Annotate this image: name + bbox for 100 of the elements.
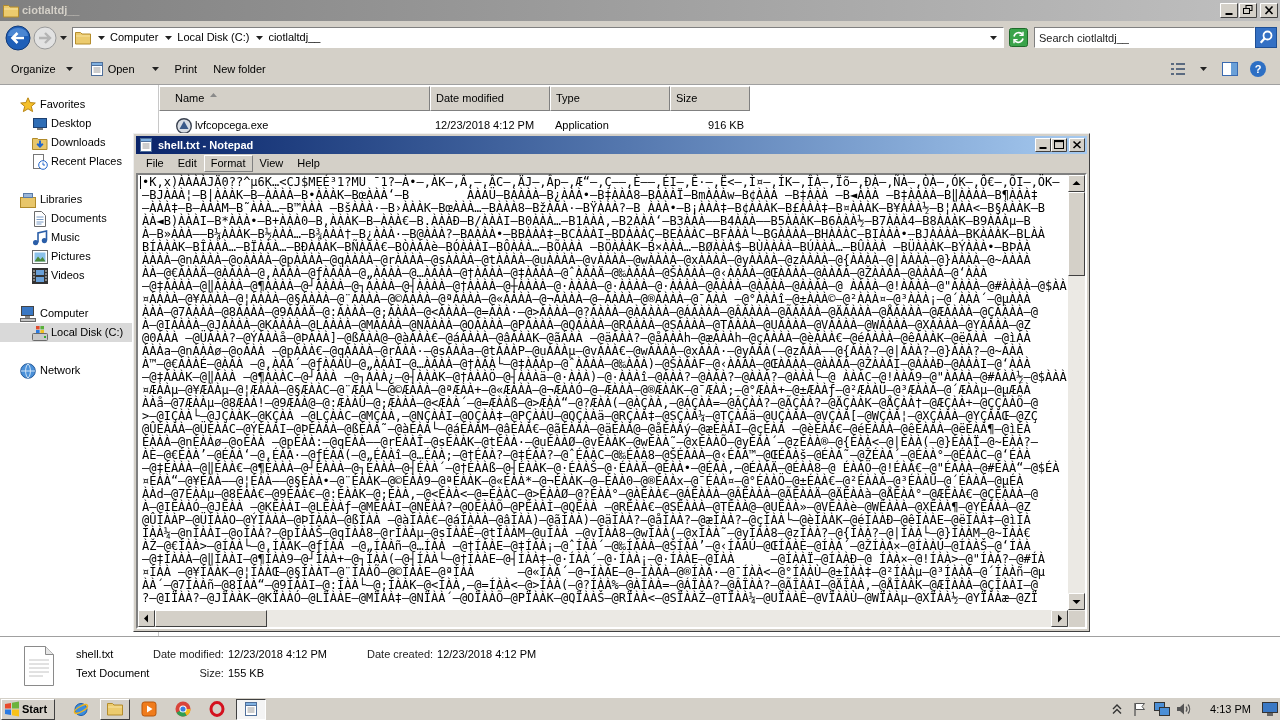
sidebar-heading[interactable]: Libraries [0, 190, 132, 209]
refresh-button[interactable] [1009, 28, 1028, 47]
document-icon [32, 210, 48, 227]
sidebar-heading[interactable]: Computer [0, 304, 132, 323]
sidebar-item[interactable]: Videos [0, 266, 132, 285]
text-line: À–B»ÀÀÀ––B¼ÀÀÀK–B½ÀÀÀ…–B¾ÀÀÀ†–B¿ÀÀÀ·–B@ÀÀÀ?–BAÀÀÀ•–BBÀÀÀ‡–BCÀÀÀI–BDÀÀÀÇ–BEÀÀÀC–BFÀÀÀ└–BGÀÀÀÀ–BHÀÀÀC–BIÀÀÀ•–BJÀÀÀÀ–BKÀÀÀK–BLÀÀ [142, 228, 1046, 241]
breadcrumb[interactable]: Computer [110, 31, 159, 44]
property-label: Size: [199, 666, 224, 681]
sidebar-heading[interactable]: Favorites [0, 95, 132, 114]
dropdown-arrow-icon[interactable] [60, 35, 67, 40]
menu-item[interactable]: Help [290, 155, 327, 172]
property-value: 155 KB [227, 666, 265, 681]
chevron-up-icon[interactable] [1111, 703, 1124, 715]
emblem-icon [176, 117, 192, 134]
clock[interactable]: 4:13 PM [1210, 700, 1251, 718]
address-bar[interactable]: Computer Local Disk (C:) ciotlaltdj__ [72, 27, 1004, 48]
drive-icon [32, 324, 48, 341]
sidebar-item[interactable]: Music [0, 228, 132, 247]
caret-icon[interactable] [256, 35, 264, 40]
scroll-up-button[interactable] [1068, 175, 1085, 192]
page-clock-icon [32, 153, 48, 170]
notepad-icon [88, 61, 105, 77]
close-button[interactable] [1260, 3, 1278, 18]
caret-icon[interactable] [1200, 67, 1207, 71]
document-icon [23, 645, 55, 687]
caret-icon [65, 67, 73, 71]
file-type: Text Document [76, 666, 150, 681]
text-line: ÀÀÀa–@nÀÀÀø–@oÀÀÀ –@pÀÀÀ€–@qÀÀÀÀ–@rÀÀÀ·–@sÀÀÀa–@tÀÀÀP–@uÀÀÀµ–@vÀÀÀ€–@wÀÀÀÀ–@xÀÀÀ·–@yÀÀÀ(–@zÀÀÀ––@{ÀÀÀ?–@|ÀÀÀ?–@}ÀÀÀ?–@~ÀÀÀ [142, 345, 1024, 358]
scroll-down-button[interactable] [1068, 593, 1085, 610]
ring-icon[interactable] [209, 701, 225, 717]
caret-icon[interactable] [98, 35, 105, 40]
breadcrumb[interactable]: ciotlaltdj__ [268, 31, 321, 44]
maximize-button[interactable] [1051, 138, 1067, 152]
column-header[interactable]: Type [550, 86, 670, 111]
minimize-button[interactable] [1035, 138, 1051, 152]
speaker-icon[interactable] [1176, 702, 1193, 716]
text-line: @ÛÈÀÀÀ–@ÜÈÀÀC–@ÝÈÀÀI–@ÞÈÀÀÀ–@ßÈÀÀ˜–@àÈÀÀ└–@áÈÀÀM–@âÈÀÀ€–@ãÈÀÀÀ–@äÈÀÀ@–@åÈÀÀý–@æÈÀÀI–@çÈÀÀ –@èÈÀÀ€–@éÈÀÀÀ–@êÈÀÀÀ–@ëÈÀÀ¶–@ìÈÀ [142, 423, 1031, 436]
scroll-right-button[interactable] [1051, 610, 1068, 627]
scrollbar-thumb[interactable] [1068, 192, 1085, 276]
dropdown-arrow-icon[interactable] [990, 35, 997, 40]
property-value: 12/23/2018 4:12 PM [437, 647, 537, 662]
text-line: –@‡ÀÀÀK–@‖ÀÀÀ –@¶ÀÀÀC–@┘ÀÀÀ –@┐ÀÀÀ¿–@┤ÀÀÀK–@†ÀÀÀÖ–@┤ÀÀÀä–@·ÀÀÀ)–@·ÀÀÀî–@ÀÀÀ?–@ÀÀÀ?–@ÀÀÀ?–@ÀÀÀ└–@ ÀÀÀC–@!ÀÀÀ9–@"ÀÀÀÀ–@#ÀÀÀ½–@$ÀÀÀ [142, 371, 1067, 384]
scroll-left-button[interactable] [138, 610, 155, 627]
search-button[interactable] [1255, 27, 1277, 48]
toolbar-button[interactable]: New folder [207, 57, 272, 81]
horizontal-scrollbar[interactable] [138, 610, 1068, 627]
sidebar-item[interactable]: Downloads [0, 133, 132, 152]
flag-icon[interactable] [1132, 702, 1147, 716]
menu-item[interactable]: View [252, 155, 291, 172]
list-view-icon[interactable] [1170, 62, 1186, 76]
start-button[interactable]: Start [1, 698, 55, 720]
menu-item[interactable]: Edit [170, 155, 204, 172]
property-label: Date created: [367, 647, 434, 662]
toolbar-button[interactable]: Organize [5, 57, 79, 81]
column-header[interactable]: Size [670, 86, 750, 111]
sidebar-item[interactable]: Pictures [0, 247, 132, 266]
circle-segments-icon[interactable] [175, 701, 191, 717]
sidebar-item[interactable]: Recent Places [0, 152, 132, 171]
computer-icon [20, 305, 36, 322]
notepad-icon [243, 701, 259, 717]
text-line: ?–@IÏÀÀ?–@JÏÀÀK–@KÏÀÀÓ–@LÏÀÀE–@MÏÀÀ‡–@NÏÀÀ´–@OÏÀÀÕ–@PÏÀÀK–@QÏÀÀŠ–@RÏÀÀ<–@SÏÀÀŽ–@TÏÀÀ¼–@UÏÀÀÊ–@VÏÀÀÙ–@WÏÀÀµ–@XÏÀÀ½–@YÏÀÀæ–@ZÏ [142, 592, 1038, 605]
taskbar-button[interactable] [236, 698, 266, 720]
text-line: @ÛÌÀÀP–@ÜÌÀÀO–@ÝÌÀÀÀ–@ÞÌÀÀÀ–@ßÌÀÀ –@àÌÀÀ€–@áÌÀÀÀ–@âÌÀÀ)–@ãÌÀÀ)–@äÌÀÀ?–@åÌÀÀ?–@æÌÀÀ?–@çÌÀÀ└–@èÌÀÀK–@éÌÀÀÐ–@êÌÀÀE–@ëÌÀÀ‡–@ìÌÀ [142, 514, 1031, 527]
network-icon[interactable] [1154, 702, 1171, 716]
help-button[interactable]: ? [1250, 61, 1266, 77]
show-desktop-icon[interactable] [1262, 702, 1278, 716]
menu-item[interactable]: File [139, 155, 171, 172]
preview-pane-icon[interactable] [1222, 62, 1238, 76]
sidebar-item[interactable]: Desktop [0, 114, 132, 133]
scrollbar-thumb[interactable] [155, 610, 267, 627]
toolbar-button[interactable]: Open [82, 57, 165, 81]
text-line: –@‡ÀÀÀÀ–@‖ÀÀÀÀ–@¶ÀÀÀÀ–@┘ÀÀÀÀ–@┐ÀÀÀÀ–@┤ÀÀÀÀ–@†ÀÀÀÀ–@┼ÀÀÀÀ–@·ÀÀÀÀ–@·ÀÀÀÀ–@·ÀÀÀÀ–@ÀÀÀÀ–@ÀÀÀÀ–@ÀÀÀÀ–@ ÀÀÀÀ–@!ÀÀÀÀ–@"ÀÀÀÀ–@#ÀÀÀÀ–@$ÀÀ [142, 280, 1067, 293]
back-button[interactable] [5, 24, 31, 51]
close-button[interactable] [1069, 138, 1085, 152]
file-name[interactable]: lvfcopcega.exe [195, 117, 269, 134]
toolbar-button[interactable]: Print [168, 57, 204, 81]
window-title: shell.txt - Notepad [158, 137, 254, 153]
minimize-button[interactable] [1220, 3, 1238, 18]
property-value: 12/23/2018 4:12 PM [227, 647, 327, 662]
menu-item[interactable]: Format [203, 155, 253, 172]
globe-icon[interactable] [73, 701, 89, 717]
column-header[interactable]: Date modified [430, 86, 550, 111]
text-line: ÈÀÀÀ–@nÈÀÀø–@oÈÀÀ –@pÈÀÀ:–@qÈÀÀ––@rÈÀÀÎ–@sÈÀÀK–@tÈÀÀ·–@uÈÀÀØ–@vÈÀÀK–@wÈÀÀ˜–@xÈÀÀÕ–@yÈÀÀ´–@zÈÀÀ®–@{ÈÀÀ<–@|ÈÀÀ(–@}ÈÀÀÏ–@~ÈÀÀ?– [142, 436, 1038, 449]
sidebar-item[interactable]: Documents [0, 209, 132, 228]
logo-icon [4, 701, 20, 717]
play-icon[interactable] [141, 701, 157, 717]
column-header[interactable]: Name [159, 86, 430, 111]
restore-button[interactable] [1239, 3, 1257, 18]
sidebar-heading[interactable]: Network [0, 361, 132, 380]
breadcrumb[interactable]: Local Disk (C:) [177, 31, 250, 44]
text-line: ÌÀÀ¼–@nÌÀÀI–@oÌÀÀ?–@pÌÀÀŠ–@qÌÀÀ8–@rÌÀÀµ–@sÌÀÀÊ–@tÌÀÀM–@uÌÀÀ –@vÌÀÀ8–@wÌÀÀ(–@xÌÀÀ˜–@yÌÀÀ8–@zÌÀÀ?–@{ÌÀÀ?–@|ÌÀÀ└–@}ÌÀÀM–@~ÌÀÀ€ [142, 527, 1031, 540]
vertical-scrollbar[interactable] [1068, 175, 1085, 610]
file-name: shell.txt [76, 647, 114, 662]
search-field[interactable]: Search ciotlaltdj__ [1034, 27, 1255, 48]
caret-icon[interactable] [165, 35, 173, 40]
text-line: ÀÀd–@7ÉÀÀµ–@8ÉÀÀ€–@9ÉÀÀ€–@:ÉÀÀK–@;ÉÀÀ,–@<ÉÀÀ<–@=ÉÀÀC–@>ÉÀÀØ–@?ÉÀÀ°–@ÀÊÀÀ€–@ÁÊÀÀÀ–@ÂÊÀÀÀ–@ÃÊÀÀÄ–@ÄÊÀÀà–@ÅÊÀÀ°–@ÆÊÀÀ€–@ÇÊÀÀÀ–@ [142, 488, 1038, 501]
text-line: ¤ÉÀÀ“–@¥ÉÀÀ––@¦ÉÀÀ––@§ÉÀÀ•–@¨ÉÀÀK–@©ÉÀÀ9–@ªÉÀÀK–@«ÉÀÀ*–@¬ÉÀÀK–@–ÉÀÀ0–@®ÉÀÀx–@¯ÉÀÀ¤–@°ÉÀÀÖ–@±ÉÀÀ€–@²ÉÀÀÀ–@³ÉÀÀÛ–@´ÉÀÀÀ–@µÉÀ [142, 475, 1024, 488]
sidebar-item[interactable]: Local Disk (C:) [0, 323, 132, 342]
text-line: ÀÈ–@€ÉÀÀ’–@ÉÀÀ‘–@‚ÉÀÀ·–@ƒÉÀÀ(–@„ÉÀÀî–@…ÉÀÀ;–@†ÉÀÀ?–@‡ÉÀÀ?–@ˆÉÀÀC–@‰ÉÀÀ8–@ŠÉÀÀÀ–@‹ÉÀÀ™–@ŒÉÀÀš–@ÉÀÀ˜–@ŽÉÀÀ´–@ÉÀÀ°–@ÉÀÀC–@‘ÉÀÀ [142, 449, 1031, 462]
sort-arrow-icon [210, 93, 218, 97]
